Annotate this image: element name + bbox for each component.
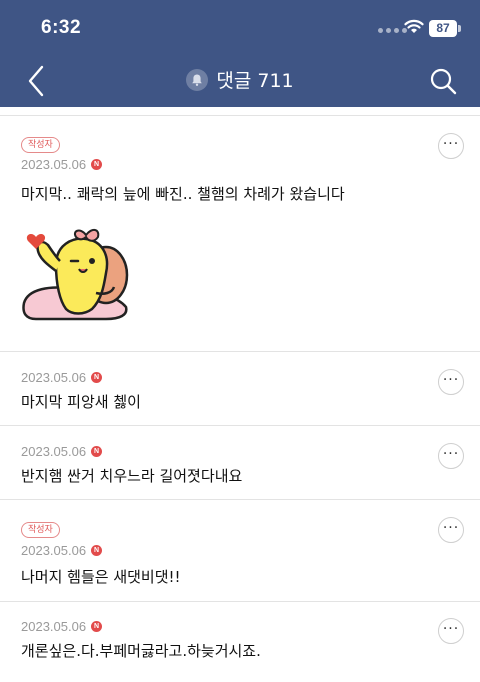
comment-meta: 2023.05.06 N: [21, 543, 103, 558]
battery-level: 87: [429, 20, 457, 37]
comment-list: 작성자 2023.05.06 N 마지막.. 쾌락의 늪에 빠진.. 챌햄의 차…: [0, 107, 480, 682]
comment-text: 마지막.. 쾌락의 늪에 빠진.. 챌햄의 차례가 왔습니다: [21, 185, 345, 203]
comment-date: 2023.05.06: [21, 543, 87, 558]
comment-meta: 2023.05.06 N: [21, 370, 103, 385]
more-options-button[interactable]: ···: [438, 443, 464, 469]
author-badge: 작성자: [21, 137, 60, 153]
comment-item: 2023.05.06 N 반지햄 싼거 치우느라 길어졋다내요 ···: [0, 426, 480, 500]
wifi-icon: [404, 19, 424, 33]
comment-text: 반지햄 싼거 치우느라 길어졋다내요: [21, 467, 243, 485]
comment-meta: 2023.05.06 N: [21, 619, 103, 634]
comment-item: 2023.05.06 N 마지막 피앙새 쳃이 ···: [0, 352, 480, 426]
comment-item: 작성자 2023.05.06 N 마지막.. 쾌락의 늪에 빠진.. 챌햄의 차…: [0, 115, 480, 352]
comment-date: 2023.05.06: [21, 444, 87, 459]
new-badge: N: [91, 621, 103, 632]
comment-text: 마지막 피앙새 쳃이: [21, 393, 141, 411]
new-badge: N: [91, 446, 103, 457]
comment-meta: 2023.05.06 N: [21, 444, 103, 459]
new-badge: N: [91, 545, 103, 556]
search-icon[interactable]: [428, 66, 458, 96]
page-title: 댓글 711: [216, 70, 294, 92]
more-options-button[interactable]: ···: [438, 369, 464, 395]
comment-date: 2023.05.06: [21, 619, 87, 634]
comment-text: 나머지 헴들은 새댓비댓!!: [21, 568, 181, 586]
comment-date: 2023.05.06: [21, 370, 87, 385]
battery-tip-icon: [458, 25, 461, 32]
bell-icon[interactable]: [186, 68, 209, 91]
author-badge: 작성자: [21, 522, 60, 538]
comment-text: 개론싶은.다.부페머긇라고.하늦거시죠.: [21, 642, 261, 660]
comment-item: 2023.05.06 N 개론싶은.다.부페머긇라고.하늦거시죠. ···: [0, 602, 480, 682]
header: 6:32 87 댓글 711: [0, 0, 480, 107]
signal-dots-icon: [378, 28, 407, 33]
new-badge: N: [91, 372, 103, 383]
waving-yellow-character-sticker: [22, 229, 129, 321]
comment-date: 2023.05.06: [21, 157, 87, 172]
more-options-button[interactable]: ···: [438, 133, 464, 159]
comment-item: 작성자 2023.05.06 N 나머지 헴들은 새댓비댓!! ···: [0, 500, 480, 602]
more-options-button[interactable]: ···: [438, 517, 464, 543]
new-badge: N: [91, 159, 103, 170]
comment-meta: 2023.05.06 N: [21, 157, 103, 172]
page-title-group: 댓글 711: [0, 66, 480, 93]
status-time: 6:32: [41, 17, 82, 38]
more-options-button[interactable]: ···: [438, 618, 464, 644]
